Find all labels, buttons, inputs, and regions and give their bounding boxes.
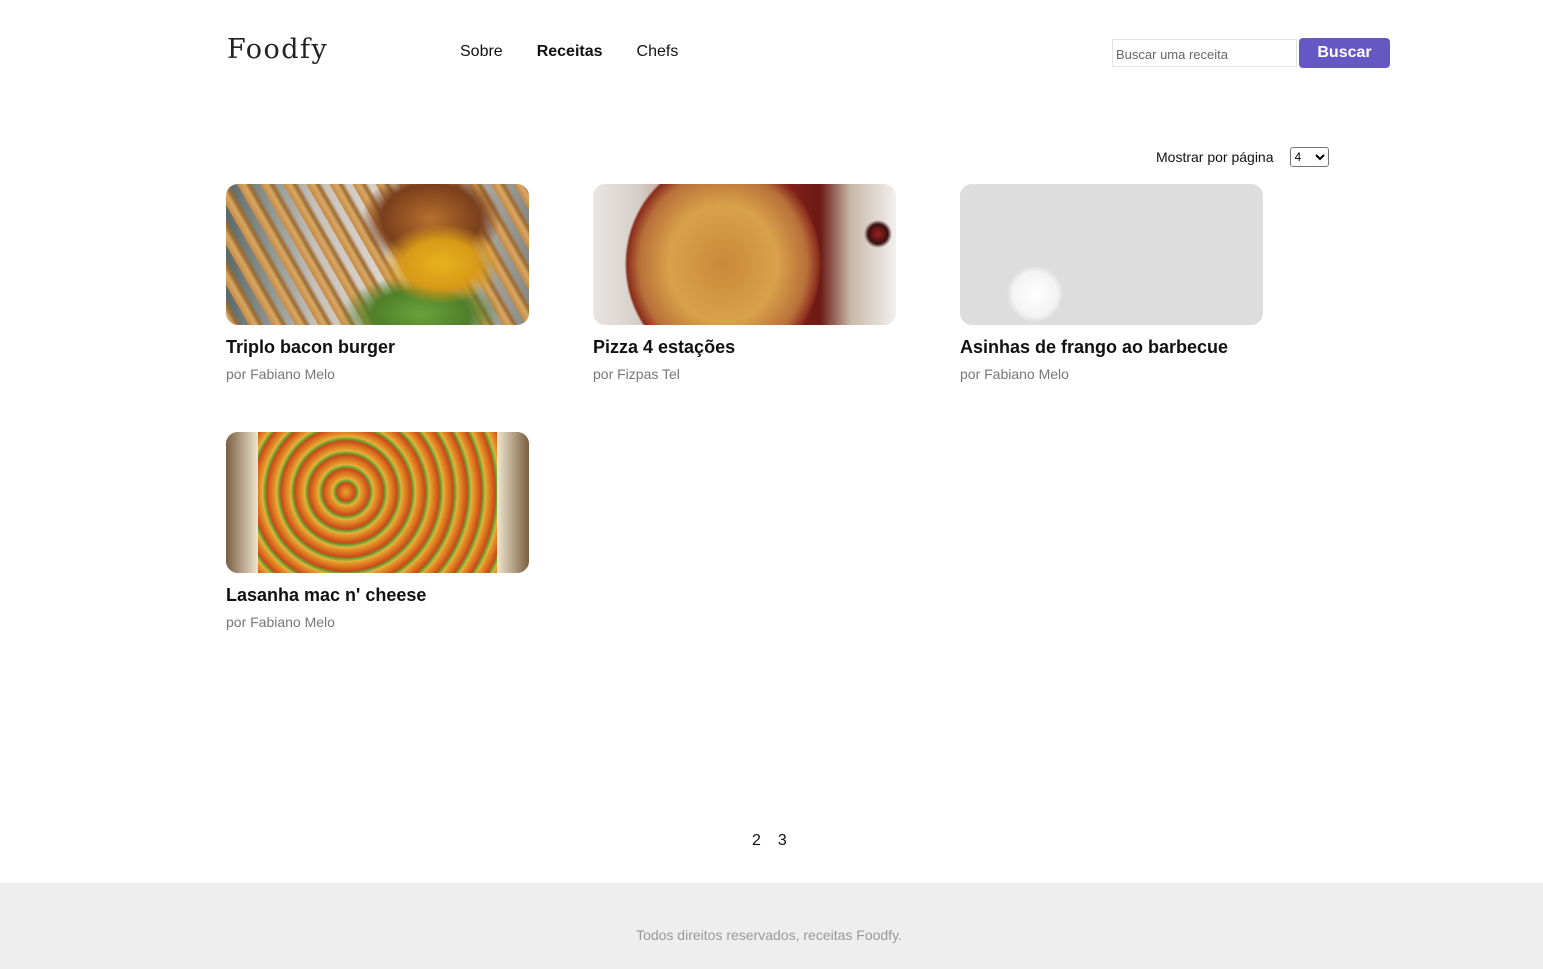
recipe-title[interactable]: Lasanha mac n' cheese bbox=[226, 585, 529, 606]
search-input[interactable] bbox=[1112, 39, 1297, 67]
recipe-image-pizza[interactable] bbox=[593, 184, 896, 325]
nav-link-sobre[interactable]: Sobre bbox=[460, 43, 503, 61]
nav-link-receitas[interactable]: Receitas bbox=[537, 43, 603, 61]
pagination: 2 3 bbox=[752, 832, 787, 850]
site-footer: Todos direitos reservados, receitas Food… bbox=[0, 883, 1543, 969]
recipe-grid: Triplo bacon burger por Fabiano Melo Piz… bbox=[226, 184, 1330, 630]
recipe-title[interactable]: Pizza 4 estações bbox=[593, 337, 896, 358]
recipe-author: por Fabiano Melo bbox=[226, 366, 335, 382]
per-page-label: Mostrar por página bbox=[1156, 149, 1274, 165]
recipe-card[interactable]: Asinhas de frango ao barbecue por Fabian… bbox=[960, 184, 1263, 382]
page-link-3[interactable]: 3 bbox=[778, 832, 787, 850]
nav-link-chefs[interactable]: Chefs bbox=[637, 43, 679, 61]
logo[interactable]: Foodfy bbox=[227, 34, 328, 65]
main-nav: Sobre Receitas Chefs bbox=[460, 43, 712, 61]
per-page-select[interactable]: 4 bbox=[1289, 147, 1329, 167]
recipe-card[interactable]: Pizza 4 estações por Fizpas Tel bbox=[593, 184, 896, 382]
search-button[interactable]: Buscar bbox=[1299, 38, 1390, 68]
page-link-2[interactable]: 2 bbox=[752, 832, 761, 850]
recipe-card[interactable]: Triplo bacon burger por Fabiano Melo bbox=[226, 184, 529, 382]
recipe-author: por Fabiano Melo bbox=[226, 614, 335, 630]
recipe-title[interactable]: Asinhas de frango ao barbecue bbox=[960, 337, 1263, 358]
footer-copyright: Todos direitos reservados, receitas Food… bbox=[636, 927, 902, 943]
recipe-author: por Fabiano Melo bbox=[960, 366, 1069, 382]
recipe-title[interactable]: Triplo bacon burger bbox=[226, 337, 529, 358]
recipe-image-chicken-wings[interactable] bbox=[960, 184, 1263, 325]
recipe-author: por Fizpas Tel bbox=[593, 366, 680, 382]
per-page-control: Mostrar por página 4 bbox=[1156, 147, 1329, 167]
search-form: Buscar bbox=[1112, 38, 1390, 68]
recipe-image-burger[interactable] bbox=[226, 184, 529, 325]
site-header: Foodfy Sobre Receitas Chefs Buscar bbox=[0, 0, 1543, 100]
recipe-image-lasagna[interactable] bbox=[226, 432, 529, 573]
recipe-card[interactable]: Lasanha mac n' cheese por Fabiano Melo bbox=[226, 432, 529, 630]
